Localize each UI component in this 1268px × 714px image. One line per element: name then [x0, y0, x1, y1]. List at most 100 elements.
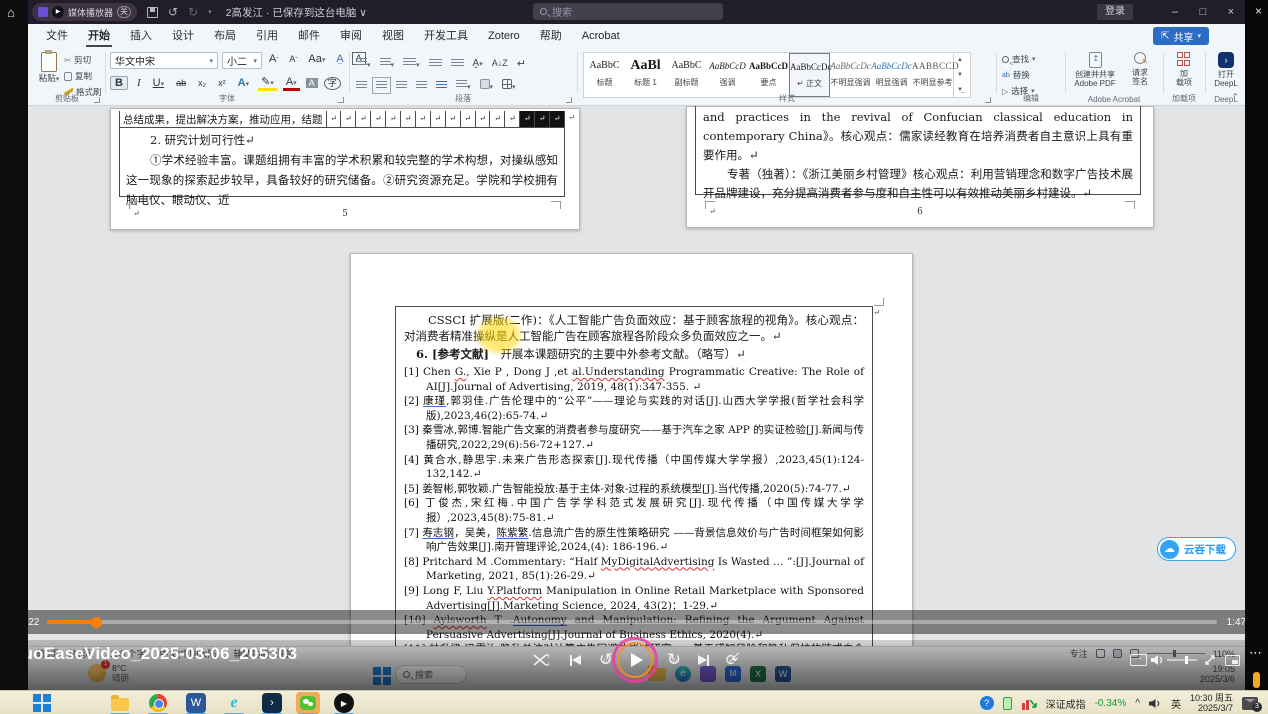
superscript-button[interactable]: x² — [215, 78, 229, 88]
ribbon-tab[interactable]: 审阅 — [330, 24, 372, 48]
forward-30-button[interactable]: ↻ 30 — [664, 648, 684, 672]
ribbon-tab[interactable]: 布局 — [204, 24, 246, 48]
fullscreen-button[interactable] — [1202, 648, 1218, 672]
ribbon-tab[interactable]: Zotero — [478, 24, 530, 48]
ribbon-tab[interactable]: 开发工具 — [414, 24, 478, 48]
taskbar-word-icon[interactable]: W — [186, 693, 206, 713]
style-item[interactable]: AaBbC 副标题 — [666, 53, 707, 97]
borders-button[interactable]: ▾ — [502, 76, 516, 94]
subscript-button[interactable]: x₂ — [195, 78, 209, 88]
italic-button[interactable]: I — [134, 77, 144, 89]
change-case-button[interactable]: Aa▾ — [305, 53, 328, 65]
qat-customize-icon[interactable]: ▾ — [208, 8, 212, 16]
highlight-button[interactable]: ✎▾ — [258, 75, 277, 91]
replace-button[interactable]: ab替换 — [1002, 69, 1036, 81]
save-icon[interactable] — [147, 7, 158, 18]
styles-dialog-launcher[interactable] — [985, 97, 991, 103]
minimize-button[interactable]: – — [1161, 0, 1189, 24]
decrease-indent-button[interactable] — [429, 59, 442, 68]
underline-button[interactable]: U▾ — [150, 77, 167, 89]
taskbar-file-explorer-icon[interactable] — [110, 693, 130, 713]
font-dialog-launcher[interactable] — [338, 97, 344, 103]
font-color-button[interactable]: A▾ — [283, 76, 300, 91]
copy-button[interactable]: 复制 — [64, 70, 102, 82]
grow-font-button[interactable]: Aˆ — [266, 53, 281, 65]
volume-slider[interactable] — [1166, 648, 1198, 672]
asian-layout-button[interactable]: A͍▾ — [473, 58, 483, 69]
create-share-pdf-button[interactable]: ↥ 创建并共享 Adobe PDF — [1070, 52, 1120, 88]
shading-button[interactable]: A — [306, 78, 318, 88]
paragraph-dialog-launcher[interactable] — [566, 97, 572, 103]
paste-button[interactable]: 粘贴▾ — [34, 52, 64, 84]
start-button[interactable] — [32, 693, 52, 713]
bold-button[interactable]: B — [110, 76, 128, 90]
sign-in-button[interactable]: 登录 — [1097, 4, 1133, 20]
tray-volume-icon[interactable] — [1149, 698, 1162, 709]
ribbon-tab[interactable]: 帮助 — [530, 24, 572, 48]
enclose-characters-button[interactable]: 字 — [324, 77, 341, 90]
cloud-download-button[interactable]: ☁ 云吞下载 — [1157, 537, 1236, 561]
ribbon-tab[interactable]: 插入 — [120, 24, 162, 48]
stock-ticker-name[interactable]: 深证成指 — [1046, 696, 1086, 711]
close-button[interactable]: × — [1217, 0, 1245, 24]
style-item[interactable]: AaBbCcD 强调 — [707, 53, 748, 97]
sort-button[interactable]: A↓Z — [492, 58, 508, 68]
increase-indent-button[interactable] — [451, 59, 464, 68]
clipboard-dialog-launcher[interactable] — [94, 97, 100, 103]
taskbar-deepl-icon[interactable]: › — [262, 693, 282, 713]
style-item[interactable]: AaBbC 标题 — [584, 53, 625, 97]
taskbar-player-icon[interactable]: ▶ — [334, 693, 354, 713]
search-box[interactable]: 搜索 — [533, 3, 723, 20]
style-item[interactable]: AABBCCD 不明显参考 — [912, 53, 953, 97]
system-clock[interactable]: 10:30 周五 2025/3/7 — [1190, 693, 1233, 713]
align-center-button[interactable] — [376, 81, 387, 90]
ribbon-tab[interactable]: 引用 — [246, 24, 288, 48]
previous-button[interactable] — [566, 648, 584, 672]
more-options-icon[interactable]: ⋯ — [1249, 645, 1262, 661]
pen-tool-icon[interactable] — [1253, 672, 1260, 688]
volume-icon[interactable] — [1150, 648, 1164, 672]
subtitles-button[interactable] — [1128, 648, 1148, 672]
ribbon-tab[interactable]: 开始 — [78, 24, 120, 48]
collapse-ribbon-icon[interactable]: ⌃ — [1231, 92, 1239, 103]
paragraph-shading-button[interactable]: ▾ — [480, 76, 494, 94]
taskbar-ie-icon[interactable]: e — [224, 693, 244, 713]
style-item[interactable]: AaBbCcD 要点 — [748, 53, 789, 97]
shrink-font-button[interactable]: Aˇ — [286, 54, 300, 64]
input-language-indicator[interactable]: 英 — [1171, 696, 1181, 711]
bullets-button[interactable]: ▾ — [356, 54, 371, 72]
media-player-close-toggle[interactable]: 关 — [117, 6, 131, 18]
find-button[interactable]: 查找▾ — [1002, 53, 1036, 65]
redo-icon[interactable]: ↻ — [188, 5, 198, 19]
phonetic-guide-button[interactable]: A̤ — [333, 53, 346, 65]
style-item[interactable]: AaBbCcDc 明显强调 — [871, 53, 912, 97]
share-button[interactable]: ⇱ 共享 ▾ — [1153, 27, 1209, 45]
multilevel-list-button[interactable]: ▾ — [403, 54, 420, 72]
ribbon-tab[interactable]: 邮件 — [288, 24, 330, 48]
open-deepl-button[interactable]: › 打开 DeepL — [1208, 52, 1244, 88]
tray-expand-caret[interactable]: ^ — [1135, 698, 1140, 709]
home-icon[interactable]: ⌂ — [7, 5, 15, 20]
style-item[interactable]: AaBbCcDc ↵ 正文 — [789, 53, 830, 97]
ribbon-tab[interactable]: Acrobat — [572, 24, 630, 48]
play-button[interactable] — [617, 642, 653, 678]
ribbon-tab[interactable]: 文件 — [36, 24, 78, 48]
ribbon-tab[interactable]: 视图 — [372, 24, 414, 48]
show-marks-button[interactable]: ↵ — [517, 57, 526, 70]
battery-icon[interactable] — [1003, 697, 1012, 710]
addins-button[interactable]: 加 载项 — [1166, 52, 1202, 87]
loop-off-button[interactable]: ⟳ — [722, 648, 742, 672]
document-area[interactable]: 总结成果，提出解决方案，推动应用，结题 ↵↵↵↵↵↵↵↵↵↵↵↵↵↵↵↵ 2. … — [28, 106, 1245, 646]
shuffle-button[interactable] — [532, 648, 550, 672]
font-size-select[interactable]: 小二▾ — [222, 52, 262, 69]
style-item[interactable]: AaBbCcDc 不明显强调 — [830, 53, 871, 97]
taskbar-wechat-active-bg[interactable] — [296, 692, 320, 714]
player-close-icon[interactable]: × — [1255, 4, 1262, 18]
undo-icon[interactable]: ↺ — [168, 5, 178, 19]
seek-bar[interactable] — [47, 620, 1216, 624]
font-name-select[interactable]: 华文中宋▾ — [110, 52, 218, 69]
seek-handle[interactable] — [91, 617, 102, 628]
taskbar-chrome-icon[interactable] — [148, 693, 168, 713]
distribute-button[interactable] — [436, 81, 447, 90]
miniplayer-button[interactable] — [1222, 648, 1242, 672]
